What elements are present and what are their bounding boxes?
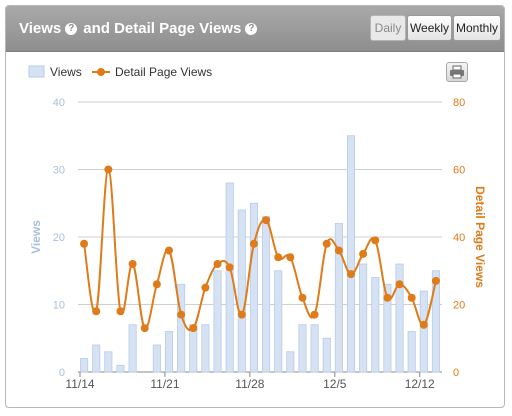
views-bar[interactable]: [128, 324, 137, 373]
detail-page-views-point[interactable]: [92, 307, 101, 316]
detail-page-views-point[interactable]: [322, 239, 331, 248]
views-bar[interactable]: [104, 351, 113, 373]
x-tick-label: 12/5: [323, 377, 347, 391]
detail-page-views-point[interactable]: [298, 293, 307, 302]
views-bar[interactable]: [431, 270, 440, 373]
detail-page-views-point[interactable]: [286, 253, 295, 262]
x-tick-label: 11/21: [150, 377, 179, 391]
views-bar[interactable]: [419, 290, 428, 373]
title-detail-page-views: and Detail Page Views: [83, 20, 242, 37]
views-bar[interactable]: [213, 270, 222, 373]
detail-page-views-point[interactable]: [104, 165, 113, 174]
x-tick-label: 11/14: [65, 377, 94, 391]
y-right-tick-label: 60: [453, 165, 465, 177]
detail-page-views-point[interactable]: [383, 293, 392, 302]
detail-page-views-point[interactable]: [310, 310, 319, 319]
detail-page-views-point[interactable]: [116, 307, 125, 316]
y-left-tick-label: 20: [53, 232, 65, 244]
detail-page-views-point[interactable]: [128, 260, 137, 268]
monthly-button[interactable]: Monthly: [453, 15, 501, 41]
views-bar[interactable]: [407, 331, 416, 373]
views-bar[interactable]: [92, 344, 101, 373]
views-bar[interactable]: [262, 216, 271, 373]
detail-page-views-point[interactable]: [165, 246, 173, 255]
detail-page-views-path: [83, 168, 437, 332]
chart-panel: Views ? and Detail Page Views ? Daily We…: [5, 5, 505, 408]
detail-page-views-point[interactable]: [395, 280, 404, 289]
detail-page-views-point[interactable]: [431, 276, 440, 285]
title-views: Views: [19, 20, 62, 37]
views-bar[interactable]: [116, 364, 125, 373]
detail-page-views-point[interactable]: [225, 263, 234, 272]
y-axis-right-title: Detail Page Views: [473, 186, 487, 288]
detail-page-views-point[interactable]: [262, 216, 271, 225]
detail-page-views-point[interactable]: [249, 239, 258, 248]
y-left-tick-label: 40: [53, 97, 65, 109]
views-bar[interactable]: [322, 337, 331, 373]
weekly-button[interactable]: Weekly: [407, 15, 452, 41]
y-axis-left: 0 10 20 30 40: [53, 97, 65, 379]
legend-detail-marker[interactable]: [97, 68, 105, 76]
views-bar[interactable]: [274, 270, 283, 373]
x-axis: 11/14 11/21 11/28 12/5 12/12: [65, 372, 435, 391]
views-bar[interactable]: [346, 135, 356, 373]
legend-views-label[interactable]: Views: [50, 65, 82, 79]
views-bar[interactable]: [395, 263, 404, 373]
views-bar[interactable]: [80, 358, 89, 373]
detail-page-views-point[interactable]: [334, 246, 343, 255]
views-bar[interactable]: [359, 263, 368, 373]
views-bar[interactable]: [152, 344, 161, 373]
y-axis-left-title: Views: [29, 220, 43, 254]
detail-page-views-point[interactable]: [274, 253, 283, 262]
y-left-tick-label: 30: [53, 165, 65, 177]
detail-page-views-point[interactable]: [237, 310, 246, 319]
legend-detail-label[interactable]: Detail Page Views: [115, 65, 212, 79]
views-bar[interactable]: [310, 324, 319, 373]
views-bar[interactable]: [249, 202, 258, 373]
chart-svg: Views Detail Page Views 11/14 11/21 11/28 1…: [28, 65, 487, 391]
views-bar[interactable]: [237, 209, 246, 373]
legend-views-swatch[interactable]: [28, 65, 45, 78]
detail-page-views-point[interactable]: [152, 280, 161, 289]
x-tick-label: 12/12: [405, 377, 435, 391]
daily-button[interactable]: Daily: [370, 15, 406, 41]
y-left-tick-label: 10: [53, 300, 65, 312]
y-right-tick-label: 0: [453, 367, 459, 379]
y-axis-right: 0 20 40 60 80: [453, 97, 465, 379]
panel-header: Views ? and Detail Page Views ? Daily We…: [6, 6, 504, 52]
detail-page-views-point[interactable]: [347, 270, 355, 279]
views-bar[interactable]: [201, 324, 210, 373]
y-right-tick-label: 80: [453, 97, 465, 109]
detail-page-views-point[interactable]: [189, 324, 198, 333]
detail-page-views-point[interactable]: [371, 236, 380, 245]
detail-page-views-point[interactable]: [140, 324, 149, 333]
detail-page-views-point[interactable]: [177, 310, 186, 319]
views-bars: [80, 135, 440, 373]
detail-page-views-point[interactable]: [213, 260, 222, 268]
detail-page-views-point[interactable]: [419, 320, 428, 329]
views-bar[interactable]: [164, 331, 174, 373]
detail-views-help-icon[interactable]: ?: [245, 22, 258, 35]
y-right-tick-label: 40: [453, 232, 465, 244]
views-bar[interactable]: [286, 351, 295, 373]
x-tick-label: 11/28: [235, 377, 264, 391]
detail-page-views-point[interactable]: [80, 239, 89, 248]
y-right-tick-label: 20: [453, 300, 465, 312]
detail-page-views-point[interactable]: [407, 293, 416, 302]
panel-title: Views ? and Detail Page Views ?: [19, 20, 263, 37]
views-bar[interactable]: [371, 277, 380, 373]
detail-page-views-point[interactable]: [359, 249, 368, 258]
views-help-icon[interactable]: ?: [65, 22, 78, 35]
y-left-tick-label: 0: [59, 367, 65, 379]
detail-page-views-point[interactable]: [201, 283, 210, 292]
views-bar[interactable]: [298, 324, 307, 373]
legend: Views Detail Page Views: [28, 65, 212, 79]
